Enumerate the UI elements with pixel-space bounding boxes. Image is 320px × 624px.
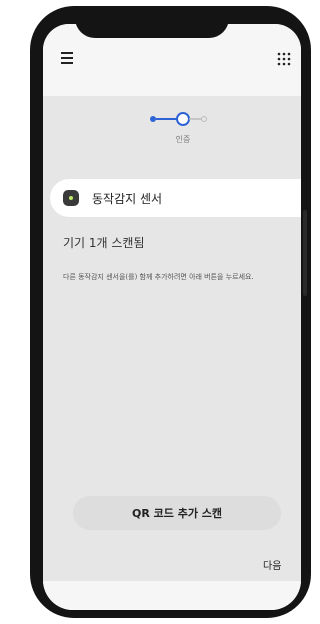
progress-stepper	[150, 112, 207, 126]
app-screen: 인증 동작감지 센서 기기 1개 스캔됨 다른 동작감지 센서을(를) 함께 추…	[43, 24, 301, 610]
instruction-text: 다른 동작감지 센서을(를) 함께 추가하려면 아래 버튼을 누르세요.	[63, 273, 254, 281]
hamburger-menu-icon[interactable]	[61, 52, 75, 64]
next-button[interactable]: 다음	[263, 557, 281, 572]
device-name: 동작감지 센서	[92, 192, 163, 206]
bottom-bar	[43, 581, 301, 610]
phone-notch	[75, 6, 229, 38]
scan-count-text: 기기 1개 스캔됨	[63, 236, 145, 250]
qr-scan-button[interactable]: QR 코드 추가 스캔	[73, 496, 281, 530]
step-label: 인증	[175, 135, 191, 144]
motion-sensor-icon	[63, 190, 79, 206]
grid-apps-icon[interactable]	[277, 52, 291, 66]
side-button	[303, 210, 307, 296]
device-card[interactable]: 동작감지 센서	[50, 179, 301, 217]
